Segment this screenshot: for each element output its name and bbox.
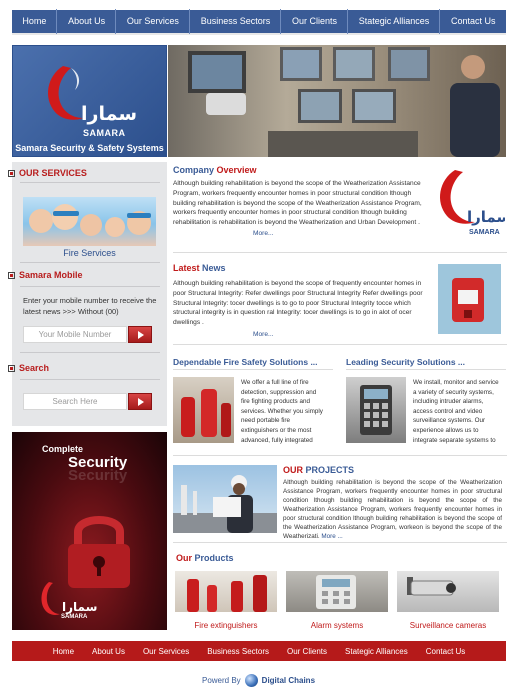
mobile-heading: Samara Mobile (8, 270, 83, 280)
svg-text:SAMARA: SAMARA (469, 229, 500, 236)
projects-more-link[interactable]: More ... (321, 533, 342, 540)
overview-more-link[interactable]: More... (253, 230, 274, 237)
products-heading: Our Products (176, 553, 234, 563)
divider (20, 182, 160, 183)
nav-strategic-alliances[interactable]: Stategic Alliances (349, 9, 441, 34)
footer-nav-home[interactable]: Home (53, 647, 74, 656)
samara-swoosh-icon (41, 582, 60, 615)
keypad-icon (360, 385, 392, 435)
mobile-instructions: Enter your mobile number to receive the … (23, 296, 157, 316)
news-more-link[interactable]: More... (253, 331, 274, 338)
promo-brand-latin: SAMARA (61, 614, 88, 620)
fire-safety-text: We offer a full line of fire detection, … (241, 379, 323, 444)
overview-heading: Company Overview (173, 165, 257, 175)
divider (173, 455, 507, 456)
brand-tagline: Samara Security & Safety Systems (15, 143, 164, 153)
overview-text: Although building rehabilitation is beyo… (173, 180, 422, 237)
fire-extinguisher-icon (187, 575, 267, 612)
nav-about-us[interactable]: About Us (58, 9, 117, 34)
projects-text: Although building rehabilitation is beyo… (283, 479, 502, 540)
product-alarm-systems-image[interactable] (286, 571, 388, 612)
mobile-number-input[interactable]: Your Mobile Number (23, 326, 127, 343)
company-logo[interactable]: سمارا SAMARA Samara Security & Safety Sy… (12, 45, 167, 157)
fire-services-link[interactable]: Fire Services (12, 248, 167, 258)
footer-nav-contact-us[interactable]: Contact Us (426, 647, 466, 656)
promo-brand-arabic: سمارا (62, 600, 98, 614)
news-heading: Latest News (173, 263, 226, 273)
fire-alarm-icon (452, 278, 484, 322)
alarm-keypad-icon (316, 575, 356, 609)
footer-nav-our-clients[interactable]: Our Clients (287, 647, 327, 656)
divider (346, 369, 506, 370)
mobile-submit-button[interactable] (128, 326, 152, 343)
divider (20, 379, 160, 380)
security-image (346, 377, 406, 443)
search-heading: Search (8, 363, 49, 373)
divider (173, 369, 333, 370)
brand-arabic: سمارا (81, 103, 138, 125)
nav-contact-us[interactable]: Contact Us (441, 9, 506, 34)
security-promo-banner[interactable]: Complete Security Security سمارا SAMARA (12, 432, 167, 630)
projects-heading: OUR PROJECTS (283, 465, 355, 475)
product-fire-extinguishers-image[interactable] (175, 571, 277, 612)
svg-text:سمارا: سمارا (467, 208, 505, 226)
security-solutions-heading[interactable]: Leading Security Solutions ... (346, 357, 465, 367)
control-room-illustration (188, 47, 500, 157)
divider (173, 542, 507, 543)
promo-line-complete: Complete (42, 444, 84, 454)
footer-nav-business-sectors[interactable]: Business Sectors (207, 647, 269, 656)
fire-services-image[interactable] (23, 197, 156, 246)
footer-nav-our-services[interactable]: Our Services (143, 647, 189, 656)
divider (20, 286, 160, 287)
fire-safety-image (173, 377, 234, 443)
top-nav: Home About Us Our Services Business Sect… (12, 9, 506, 35)
security-solutions-text: We install, monitor and service a variet… (413, 379, 499, 444)
section-bullet-icon (8, 271, 15, 279)
divider (20, 352, 160, 353)
nav-our-clients[interactable]: Our Clients (282, 9, 348, 34)
footer-nav-about-us[interactable]: About Us (92, 647, 125, 656)
children-photo (29, 204, 151, 237)
samara-swoosh-icon: سمارا SAMARA (440, 170, 511, 236)
promo-line-security-reflection: Security (68, 467, 128, 484)
brand-latin: SAMARA (83, 128, 126, 138)
divider (20, 262, 160, 263)
services-heading: OUR SERVICES (8, 168, 87, 178)
nav-home[interactable]: Home (12, 9, 58, 34)
search-button[interactable] (128, 393, 152, 410)
product-surveillance-cameras-label[interactable]: Surveillance cameras (397, 621, 499, 630)
globe-icon (244, 674, 258, 687)
divider (173, 344, 507, 345)
divider (173, 252, 507, 253)
product-alarm-systems-label[interactable]: Alarm systems (286, 621, 388, 630)
product-fire-extinguishers-label[interactable]: Fire extinguishers (175, 621, 277, 630)
footer-nav: Home About Us Our Services Business Sect… (12, 641, 506, 661)
nav-our-services[interactable]: Our Services (117, 9, 190, 34)
news-image (438, 264, 501, 334)
fire-safety-heading[interactable]: Dependable Fire Safety Solutions ... (173, 357, 318, 367)
powered-by: Powerd By Digital Chains (0, 674, 517, 687)
engineer-photo (173, 475, 277, 533)
hero-image (168, 45, 506, 157)
fire-extinguisher-icon (181, 389, 231, 437)
footer-nav-strategic-alliances[interactable]: Stategic Alliances (345, 647, 408, 656)
product-surveillance-cameras-image[interactable] (397, 571, 499, 612)
nav-business-sectors[interactable]: Business Sectors (191, 9, 282, 34)
projects-image (173, 465, 277, 533)
news-text: Although building rehabilitation is beyo… (173, 280, 423, 338)
powered-by-brand-link[interactable]: Digital Chains (262, 676, 315, 685)
section-bullet-icon (8, 169, 15, 177)
cctv-camera-icon (407, 577, 456, 596)
search-input[interactable]: Search Here (23, 393, 127, 410)
padlock-icon (68, 516, 130, 588)
powered-by-label: Powerd By (201, 676, 241, 685)
section-bullet-icon (8, 364, 15, 372)
overview-logo: سمارا SAMARA (433, 166, 511, 242)
